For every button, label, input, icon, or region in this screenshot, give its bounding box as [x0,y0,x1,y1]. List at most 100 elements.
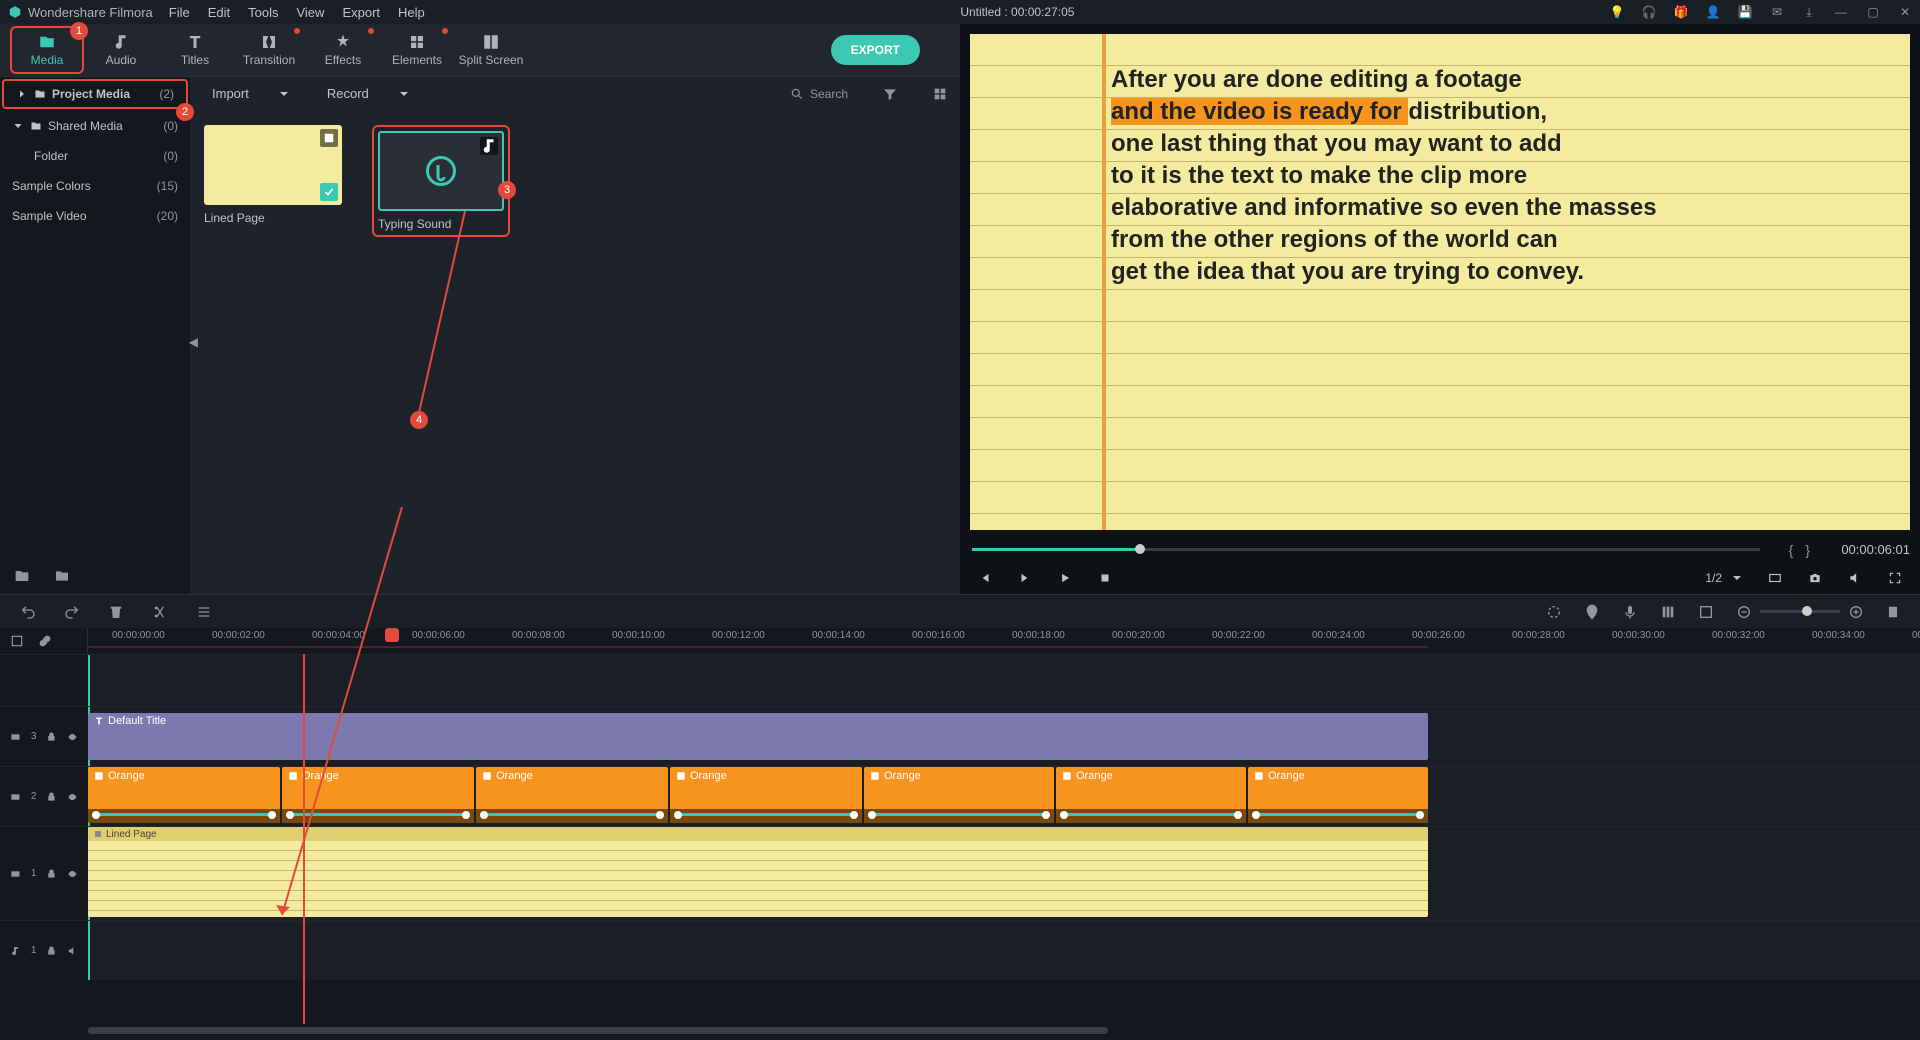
sidebar-item-sample-colors[interactable]: Sample Colors(15) [0,171,190,201]
next-frame-icon[interactable] [1018,571,1032,585]
download-icon[interactable]: ⤓ [1802,5,1816,19]
tab-titles[interactable]: Titles [158,26,232,74]
maximize-icon[interactable]: ▢ [1866,5,1880,19]
volume-icon[interactable] [67,945,78,957]
sidebar-item-shared-media[interactable]: Shared Media(0) [0,111,190,141]
volume-icon[interactable] [1848,571,1862,585]
redo-icon[interactable] [64,604,80,620]
grid-view-icon[interactable] [932,86,948,102]
track-head-3[interactable]: 3 [0,707,88,766]
edit-options-icon[interactable] [196,604,212,620]
media-sidebar: Project Media (2) 2 Shared Media(0) Fold… [0,77,190,594]
prev-frame-icon[interactable] [978,571,992,585]
open-folder-icon[interactable] [54,568,70,584]
marker1-icon[interactable] [1584,604,1600,620]
search-input[interactable]: Search [790,87,848,101]
export-button[interactable]: EXPORT [831,35,920,65]
lock-icon[interactable] [46,868,57,880]
folder-icon [34,88,46,100]
new-folder-icon[interactable] [14,568,30,584]
ruler-tick: 00:00:22:00 [1212,630,1265,641]
fullscreen-icon[interactable] [1888,571,1902,585]
tab-audio[interactable]: Audio [84,26,158,74]
lock-icon[interactable] [46,945,57,957]
menu-edit[interactable]: Edit [208,5,230,20]
marker2-icon[interactable] [1698,604,1714,620]
video-track-icon [10,731,21,743]
snapshot-icon[interactable] [1808,571,1822,585]
page-selector[interactable]: 1/2 [1705,571,1742,585]
ruler-tick: 00:00:20:00 [1112,630,1165,641]
zoom-in-icon[interactable] [1848,604,1864,620]
mark-in-icon[interactable]: { [1789,542,1794,558]
preview-slider[interactable]: {} 00:00:06:01 [970,540,1910,558]
save-icon[interactable]: 💾 [1738,5,1752,19]
tab-media[interactable]: Media 1 [10,26,84,74]
ruler-tick: 00:00:30:00 [1612,630,1665,641]
filter-icon[interactable] [882,86,898,102]
eye-icon[interactable] [67,731,78,743]
collapse-sidebar-icon[interactable]: ◀ [189,335,198,349]
lock-icon[interactable] [46,791,57,803]
audio-track-1: 1 [0,920,1920,980]
zoom-slider[interactable] [1736,604,1864,620]
timeline: 00:00:00:0000:00:02:0000:00:04:0000:00:0… [0,628,1920,1038]
mail-icon[interactable]: ✉ [1770,5,1784,19]
delete-icon[interactable] [108,604,124,620]
play-icon[interactable] [1058,571,1072,585]
zoom-fit-icon[interactable] [1886,604,1900,620]
track-head-a1[interactable]: 1 [0,921,88,980]
link-icon[interactable] [38,634,52,648]
orange-clip[interactable]: Orange [864,767,1054,823]
render-icon[interactable] [1546,604,1562,620]
track-head-2[interactable]: 2 [0,767,88,826]
menu-export[interactable]: Export [342,5,380,20]
tab-effects[interactable]: Effects [306,26,380,74]
menu-help[interactable]: Help [398,5,425,20]
import-dropdown[interactable]: Import [202,80,299,107]
voiceover-icon[interactable] [1622,604,1638,620]
thumb-lined-page[interactable]: Lined Page [204,125,342,237]
annotation-badge-2: 2 [176,103,194,121]
annotation-arrow [272,507,472,927]
orange-clip[interactable]: Orange [1248,767,1428,823]
lightbulb-icon[interactable]: 💡 [1610,5,1624,19]
menu-tools[interactable]: Tools [248,5,278,20]
eye-icon[interactable] [67,868,78,880]
stop-icon[interactable] [1098,571,1112,585]
ruler-tick: 00:00:14:00 [812,630,865,641]
sidebar-item-folder[interactable]: Folder(0) [0,141,190,171]
lock-icon[interactable] [46,731,57,743]
quality-icon[interactable] [1768,571,1782,585]
timeline-options-icon[interactable] [10,634,24,648]
slider-knob[interactable] [1135,544,1145,554]
tab-elements[interactable]: Elements [380,26,454,74]
orange-clip[interactable]: Orange [670,767,862,823]
chevron-down-icon [399,89,409,99]
orange-clip[interactable]: Orange [88,767,280,823]
eye-icon[interactable] [67,791,78,803]
minimize-icon[interactable]: — [1834,5,1848,19]
sidebar-item-project-media[interactable]: Project Media (2) 2 [2,79,188,109]
menu-view[interactable]: View [296,5,324,20]
record-dropdown[interactable]: Record [317,80,419,107]
ruler-tick: 00:00:24:00 [1312,630,1365,641]
tab-split-screen[interactable]: Split Screen [454,26,528,74]
tab-transition[interactable]: Transition [232,26,306,74]
timeline-scrollbar[interactable] [0,1024,1920,1038]
orange-clip[interactable]: Orange [476,767,668,823]
mark-out-icon[interactable]: } [1805,542,1810,558]
mixer-icon[interactable] [1660,604,1676,620]
gift-icon[interactable]: 🎁 [1674,5,1688,19]
sidebar-item-sample-video[interactable]: Sample Video(20) [0,201,190,231]
orange-clip[interactable]: Orange [1056,767,1246,823]
zoom-out-icon[interactable] [1736,604,1752,620]
headset-icon[interactable]: 🎧 [1642,5,1656,19]
menu-file[interactable]: File [169,5,190,20]
user-icon[interactable]: 👤 [1706,5,1720,19]
thumb-typing-sound[interactable]: Typing Sound 3 [372,125,510,237]
split-icon[interactable] [152,604,168,620]
undo-icon[interactable] [20,604,36,620]
close-icon[interactable]: ✕ [1898,5,1912,19]
track-head-1[interactable]: 1 [0,827,88,920]
